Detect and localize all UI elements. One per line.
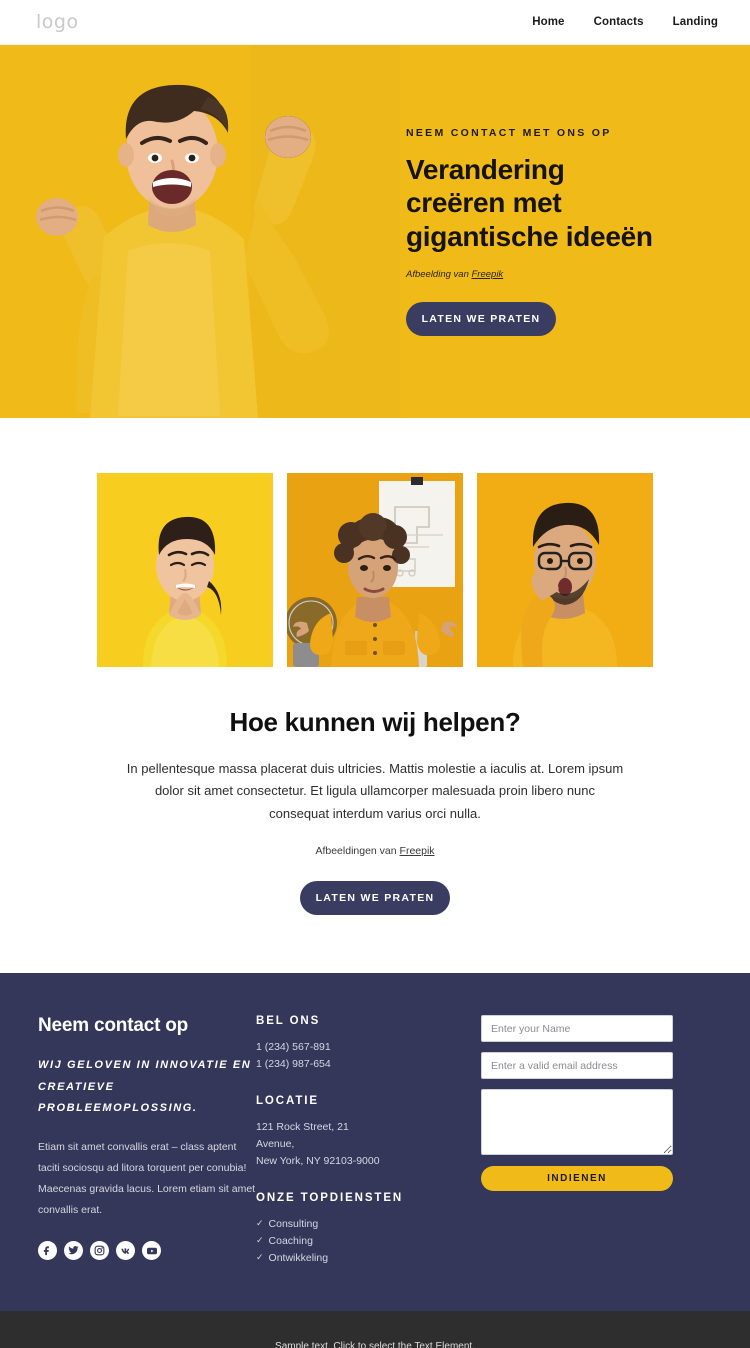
hero-title-line-2: creëren met: [406, 187, 562, 219]
footer-column-form: INDIENEN: [481, 1015, 681, 1192]
footer-address-line-3: New York, NY 92103-9000: [256, 1155, 380, 1168]
nav-item-home[interactable]: Home: [532, 16, 564, 28]
site-footer: Neem contact op WIJ GELOVEN IN INNOVATIE…: [0, 973, 750, 1312]
submit-button[interactable]: INDIENEN: [481, 1166, 673, 1192]
service-label: Ontwikkeling: [268, 1252, 329, 1265]
email-input[interactable]: [481, 1052, 673, 1080]
section-credit-link[interactable]: Freepik: [400, 845, 435, 857]
site-logo[interactable]: logo: [36, 11, 79, 33]
footer-call-heading: BEL ONS: [256, 1015, 321, 1028]
hero-image-credit: Afbeelding van Freepik: [406, 269, 716, 280]
hero-title-line-1: Verandering: [406, 153, 565, 185]
hero-content: NEEM CONTACT MET ONS OP Verandering creë…: [406, 45, 716, 418]
hero-cta-button[interactable]: LATEN WE PRATEN: [406, 302, 556, 337]
twitter-icon[interactable]: [64, 1241, 83, 1261]
footer-address-line-1: 121 Rock Street, 21: [256, 1121, 349, 1134]
footer-column-info: BEL ONS 1 (234) 567-891 1 (234) 987-654 …: [256, 1015, 481, 1267]
nav-item-contacts[interactable]: Contacts: [594, 16, 644, 28]
vk-icon[interactable]: [116, 1241, 135, 1261]
image-gallery: [0, 473, 750, 667]
nav-item-landing[interactable]: Landing: [673, 16, 718, 28]
service-item[interactable]: ✓ Ontwikkeling: [256, 1250, 481, 1267]
footer-phone-1[interactable]: 1 (234) 567-891: [256, 1039, 481, 1056]
bottom-bar-text[interactable]: Sample text. Click to select the Text El…: [275, 1341, 475, 1348]
site-header: logo Home Contacts Landing: [0, 0, 750, 45]
section-paragraph: In pellentesque massa placerat duis ultr…: [126, 761, 624, 821]
hero-credit-prefix: Afbeelding van: [406, 269, 472, 281]
footer-address-line-2: Avenue,: [256, 1138, 295, 1151]
check-icon: ✓: [256, 1235, 264, 1246]
check-icon: ✓: [256, 1252, 264, 1263]
footer-column-contact: Neem contact op WIJ GELOVEN IN INNOVATIE…: [30, 1015, 256, 1261]
main-navigation: Home Contacts Landing: [532, 16, 718, 28]
service-label: Consulting: [268, 1218, 319, 1231]
section-cta-wrapper: LATEN WE PRATEN: [0, 881, 750, 973]
hero-eyebrow: NEEM CONTACT MET ONS OP: [406, 126, 612, 139]
section-credit-prefix: Afbeeldingen van: [315, 845, 400, 858]
middle-section: Hoe kunnen wij helpen? In pellentesque m…: [0, 418, 750, 974]
service-label: Coaching: [268, 1235, 313, 1248]
social-links: [38, 1241, 256, 1261]
hero-credit-link[interactable]: Freepik: [472, 269, 504, 280]
gallery-image-3[interactable]: [477, 473, 653, 667]
footer-services-heading: ONZE TOPDIENSTEN: [256, 1192, 404, 1205]
facebook-icon[interactable]: [38, 1241, 57, 1261]
footer-location-heading: LOCATIE: [256, 1095, 319, 1108]
youtube-icon[interactable]: [142, 1241, 161, 1261]
footer-contact-title: Neem contact op: [38, 1015, 189, 1037]
gallery-image-1[interactable]: [97, 473, 273, 667]
page-root: logo Home Contacts Landing NEEM CONTACT …: [0, 0, 750, 1348]
name-input[interactable]: [481, 1015, 673, 1043]
footer-slogan: WIJ GELOVEN IN INNOVATIE EN CREATIEVE PR…: [38, 1059, 252, 1114]
section-cta-button[interactable]: LATEN WE PRATEN: [300, 881, 450, 916]
hero-title-line-3: gigantische ideeën: [406, 220, 653, 252]
gallery-image-2[interactable]: [287, 473, 463, 667]
service-item[interactable]: ✓ Consulting: [256, 1216, 481, 1233]
instagram-icon[interactable]: [90, 1241, 109, 1261]
hero-image: [0, 45, 400, 418]
footer-phone-2[interactable]: 1 (234) 987-654: [256, 1056, 481, 1073]
section-heading: Hoe kunnen wij helpen?: [229, 707, 521, 737]
hero-title: Verandering creëren met gigantische idee…: [406, 153, 716, 254]
hero-section: NEEM CONTACT MET ONS OP Verandering creë…: [0, 45, 750, 418]
service-item[interactable]: ✓ Coaching: [256, 1233, 481, 1250]
footer-services-list: ✓ Consulting ✓ Coaching ✓ Ontwikkeling: [256, 1216, 481, 1267]
check-icon: ✓: [256, 1218, 264, 1229]
bottom-bar: Sample text. Click to select the Text El…: [0, 1311, 750, 1348]
message-textarea[interactable]: [481, 1089, 673, 1156]
section-image-credit: Afbeeldingen van Freepik: [0, 845, 750, 857]
footer-columns: Neem contact op WIJ GELOVEN IN INNOVATIE…: [30, 1015, 720, 1267]
footer-body-text: Etiam sit amet convallis erat – class ap…: [38, 1141, 256, 1217]
